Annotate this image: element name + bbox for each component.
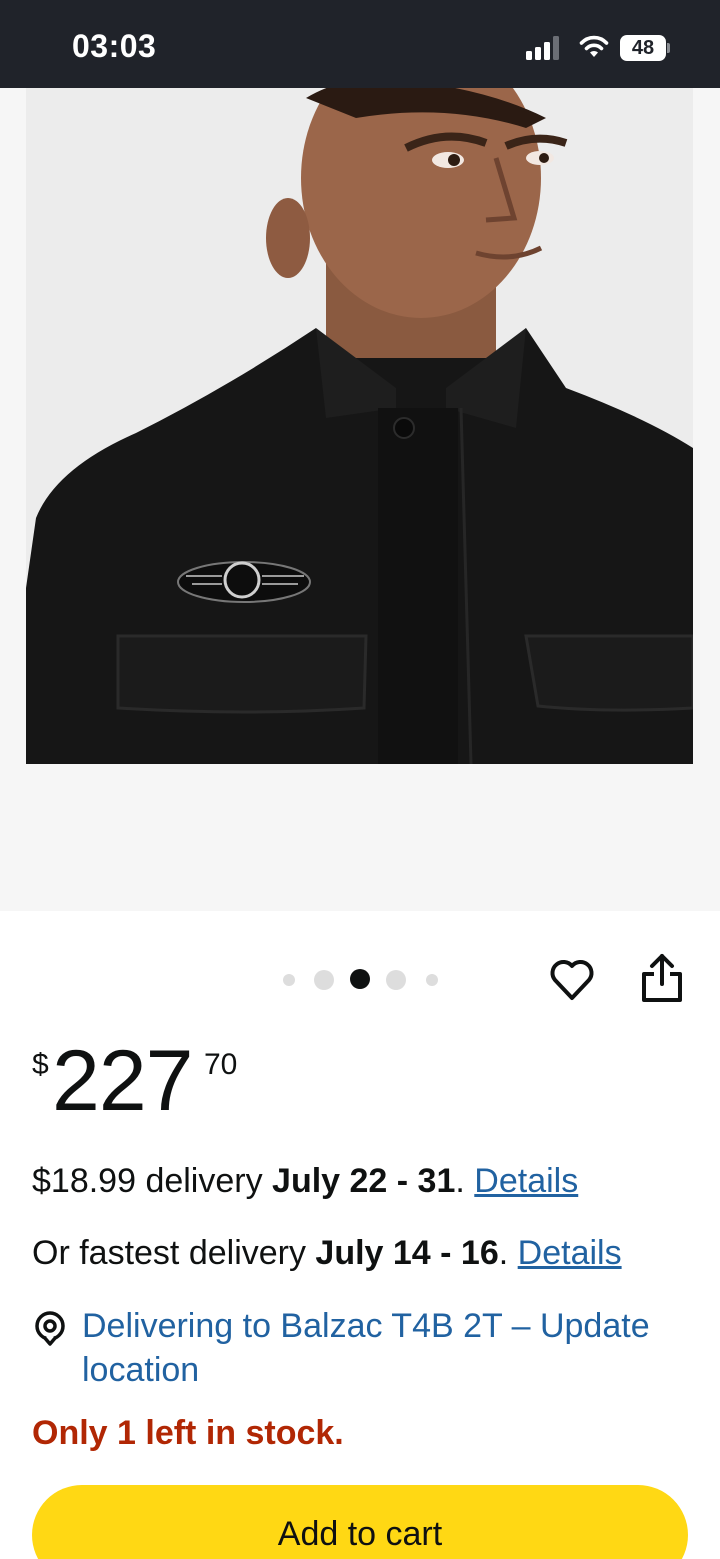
- location-pin-icon: [35, 1311, 65, 1346]
- heart-icon[interactable]: [548, 956, 596, 1004]
- price-fraction: 70: [204, 1048, 238, 1081]
- standard-delivery-separator: .: [455, 1162, 475, 1200]
- fastest-delivery-dates: July 14 - 16: [315, 1234, 499, 1272]
- price-whole: 227: [52, 1033, 193, 1129]
- wifi-icon: [579, 35, 609, 57]
- fastest-delivery-line: Or fastest delivery July 14 - 16. Detail…: [32, 1234, 622, 1273]
- image-carousel-indicator[interactable]: [280, 966, 450, 992]
- fastest-delivery-details-link[interactable]: Details: [518, 1234, 622, 1272]
- share-icon[interactable]: [640, 952, 684, 1004]
- cellular-signal-icon: [526, 36, 562, 60]
- carousel-dot[interactable]: [426, 974, 438, 986]
- carousel-dot[interactable]: [283, 974, 295, 986]
- fastest-delivery-prefix: Or fastest delivery: [32, 1234, 316, 1272]
- price-currency-symbol: $: [32, 1048, 49, 1081]
- status-bar: 03:03 48: [0, 0, 720, 88]
- standard-delivery-price: $18.99 delivery: [32, 1162, 273, 1200]
- fastest-delivery-separator: .: [498, 1234, 518, 1272]
- update-location-link[interactable]: Delivering to Balzac T4B 2T – Update loc…: [82, 1304, 702, 1392]
- product-image[interactable]: [26, 88, 693, 764]
- standard-delivery-dates: July 22 - 31: [272, 1162, 456, 1200]
- standard-delivery-details-link[interactable]: Details: [474, 1162, 578, 1200]
- jacket-photo: [26, 88, 693, 764]
- status-time: 03:03: [72, 28, 157, 64]
- carousel-dot[interactable]: [314, 970, 334, 990]
- stock-status: Only 1 left in stock.: [32, 1414, 344, 1452]
- standard-delivery-line: $18.99 delivery July 22 - 31. Details: [32, 1162, 578, 1201]
- carousel-dot[interactable]: [386, 970, 406, 990]
- battery-level: 48: [620, 35, 666, 61]
- add-to-cart-button[interactable]: Add to cart: [32, 1485, 688, 1559]
- product-image-gallery[interactable]: [0, 88, 720, 911]
- carousel-dot-active[interactable]: [350, 969, 370, 989]
- battery-icon: 48: [620, 35, 670, 61]
